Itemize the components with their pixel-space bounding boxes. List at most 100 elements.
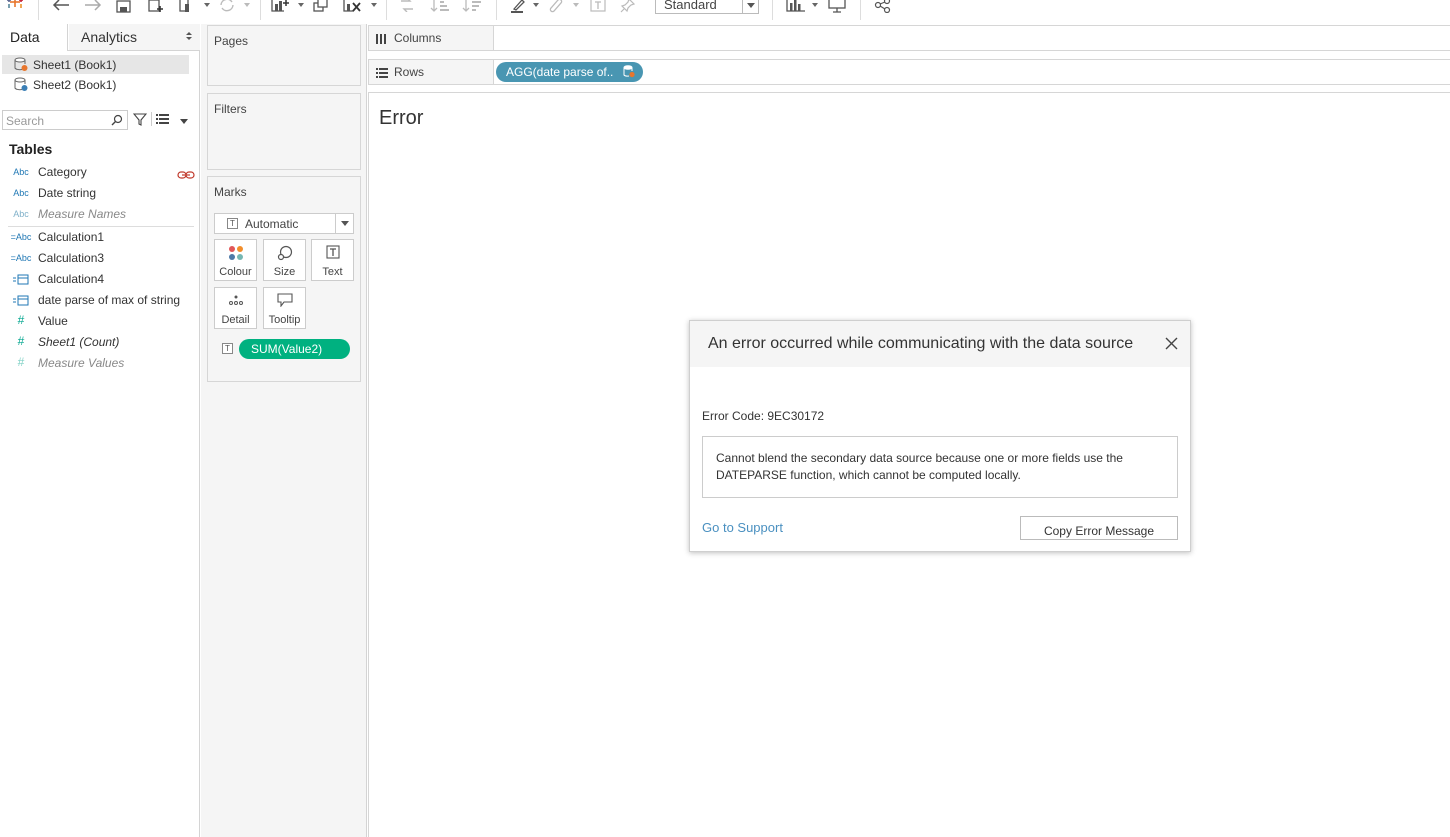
rows-shelf-label: Rows [369, 60, 494, 84]
redo-icon[interactable] [84, 0, 102, 13]
colour-label: Colour [219, 266, 252, 278]
copy-error-message-button[interactable]: Copy Error Message [1020, 516, 1178, 540]
duplicate-icon[interactable] [312, 0, 330, 13]
share-icon[interactable] [874, 0, 892, 13]
tooltip-label: Tooltip [268, 314, 301, 326]
field-label: Calculation3 [38, 251, 105, 265]
go-to-support-link[interactable]: Go to Support [702, 520, 783, 535]
cards-column: Pages Filters Marks T Automatic Colour S… [201, 24, 367, 837]
pin-icon[interactable] [620, 0, 636, 13]
chevron-down-icon[interactable] [180, 119, 188, 124]
measure-pill[interactable]: SUM(Value2) [239, 339, 350, 359]
show-me-icon[interactable] [786, 0, 806, 13]
label-icon[interactable] [590, 0, 606, 13]
text-label: Text [322, 266, 343, 278]
text-mark-icon[interactable]: T [222, 343, 233, 354]
field-label: Date string [38, 186, 97, 200]
calc-string-type-icon: =Abc [10, 232, 32, 242]
tooltip-icon [264, 293, 305, 309]
refresh-icon[interactable] [218, 0, 236, 13]
field-calculation3[interactable]: =Abc Calculation3 [0, 248, 199, 269]
mark-type-select[interactable]: T Automatic [214, 213, 354, 234]
filters-card[interactable]: Filters [207, 93, 361, 170]
text-mark-icon: T [227, 218, 238, 229]
rows-shelf[interactable]: Rows AGG(date parse of.. [368, 59, 1450, 85]
field-value[interactable]: # Value [0, 311, 199, 332]
chevron-down-icon[interactable] [742, 0, 758, 13]
save-icon[interactable] [116, 0, 132, 14]
sort-asc-icon[interactable] [430, 0, 450, 13]
tables-heading: Tables [9, 141, 53, 157]
size-button[interactable]: Size [263, 239, 306, 281]
search-placeholder: Search [6, 114, 45, 128]
string-type-icon: Abc [13, 188, 29, 198]
rows-label: Rows [394, 65, 425, 79]
number-type-icon: # [17, 334, 25, 348]
datasource-item[interactable]: Sheet1 (Book1) [2, 55, 189, 74]
datasource-label: Sheet1 (Book1) [33, 58, 117, 72]
new-worksheet-icon[interactable] [178, 0, 196, 13]
rows-pill-label: AGG(date parse of.. [506, 65, 614, 79]
columns-icon [376, 33, 387, 47]
tab-analytics-label: Analytics [81, 29, 138, 45]
sheet-title: Error [379, 107, 424, 129]
clear-icon[interactable] [342, 0, 362, 13]
fit-select[interactable]: Standard [655, 0, 759, 14]
columns-label: Columns [394, 31, 442, 45]
highlight-icon[interactable] [510, 0, 526, 13]
sort-desc-icon[interactable] [462, 0, 482, 13]
pages-title: Pages [214, 34, 249, 48]
data-pane: Data Analytics Sheet1 (Book1) Sheet2 (Bo… [0, 24, 200, 837]
undo-icon[interactable] [52, 0, 70, 13]
calc-date-type-icon [8, 274, 34, 287]
link-icon [177, 168, 195, 182]
filters-title: Filters [214, 102, 247, 116]
tableau-logo-icon[interactable] [6, 0, 24, 12]
new-datasource-icon[interactable] [147, 0, 165, 13]
field-calculation4[interactable]: Calculation4 [0, 269, 199, 290]
detail-button[interactable]: Detail [214, 287, 257, 329]
tab-data[interactable]: Data [0, 24, 68, 51]
number-type-icon: # [17, 355, 25, 369]
field-measure-names[interactable]: Abc Measure Names [0, 204, 199, 225]
colour-button[interactable]: Colour [214, 239, 257, 281]
group-icon[interactable] [548, 0, 564, 13]
columns-shelf[interactable]: Columns [368, 25, 1450, 51]
pages-card[interactable]: Pages [207, 25, 361, 86]
datasource-icon [14, 77, 28, 92]
text-button[interactable]: Text [311, 239, 354, 281]
new-sheet-icon[interactable] [270, 0, 290, 13]
field-measure-values[interactable]: # Measure Values [0, 353, 199, 374]
chevron-down-icon[interactable] [335, 214, 353, 233]
presentation-icon[interactable] [828, 0, 846, 13]
field-label: Category [38, 165, 87, 179]
field-label: date parse of max of string [38, 293, 181, 307]
toolbar: Standard [0, 0, 1450, 22]
close-icon[interactable] [1165, 337, 1178, 353]
search-icon[interactable] [111, 114, 123, 129]
error-message: Cannot blend the secondary data source b… [702, 436, 1178, 498]
string-type-icon: Abc [13, 209, 29, 219]
search-input[interactable]: Search [2, 110, 128, 130]
error-dialog: An error occurred while communicating wi… [689, 320, 1191, 552]
field-sheet1-count[interactable]: # Sheet1 (Count) [0, 332, 199, 353]
field-calculation1[interactable]: =Abc Calculation1 [0, 227, 199, 248]
error-dialog-title: An error occurred while communicating wi… [708, 335, 1134, 352]
expand-arrows-icon[interactable] [186, 32, 192, 42]
divider [151, 112, 152, 126]
list-view-icon[interactable] [156, 113, 170, 127]
rows-pill[interactable]: AGG(date parse of.. [496, 62, 643, 82]
tab-analytics[interactable]: Analytics [69, 24, 200, 50]
field-date-parse-of-max-of-string[interactable]: date parse of max of string [0, 290, 199, 311]
tooltip-button[interactable]: Tooltip [263, 287, 306, 329]
field-label: Sheet1 (Count) [38, 335, 120, 349]
datasource-item[interactable]: Sheet2 (Book1) [2, 75, 189, 94]
field-date-string[interactable]: Abc Date string [0, 183, 199, 204]
marks-title: Marks [214, 185, 247, 199]
swap-icon[interactable] [398, 0, 416, 13]
filter-icon[interactable] [132, 113, 148, 129]
field-label: Calculation1 [38, 230, 105, 244]
datasource-label: Sheet2 (Book1) [33, 78, 117, 92]
size-icon [264, 245, 305, 261]
field-category[interactable]: Abc Category [0, 162, 199, 183]
